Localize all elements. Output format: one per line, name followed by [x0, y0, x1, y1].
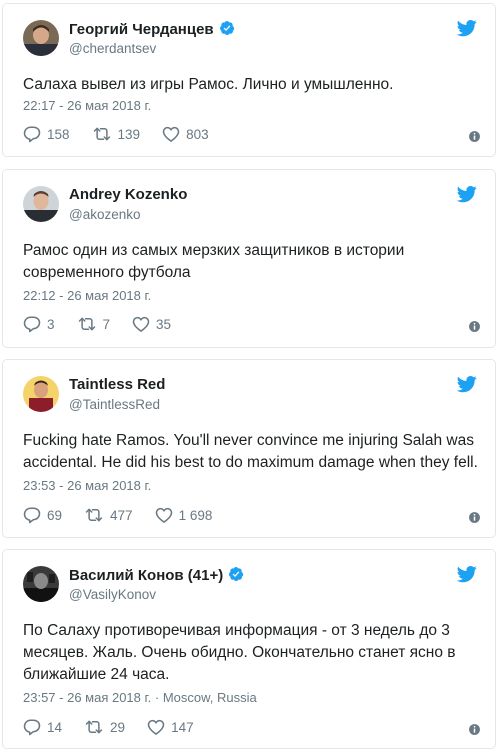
tweet-timestamp[interactable]: 23:57 - 26 мая 2018 г. · Moscow, Russia: [23, 690, 257, 705]
tweet-timestamp[interactable]: 23:53 - 26 мая 2018 г.: [23, 478, 151, 493]
reply-count: 69: [47, 507, 63, 523]
like-count: 147: [171, 719, 194, 735]
like-icon: [162, 125, 180, 143]
user-handle[interactable]: @VasilyKonov: [69, 587, 156, 602]
display-name[interactable]: Георгий Черданцев: [69, 20, 235, 38]
like-count: 35: [156, 316, 172, 332]
user-handle[interactable]: @akozenko: [69, 207, 141, 222]
retweet-icon: [92, 125, 112, 143]
twitter-bird-icon[interactable]: [457, 184, 477, 204]
verified-badge-icon: [219, 20, 235, 36]
avatar[interactable]: [23, 376, 59, 412]
reply-icon: [23, 506, 41, 524]
info-icon[interactable]: [468, 320, 481, 333]
retweet-icon: [77, 315, 97, 333]
tweet-actions: 158 139 803: [23, 124, 231, 144]
user-handle[interactable]: @cherdantsev: [69, 41, 156, 56]
user-handle[interactable]: @TaintlessRed: [69, 397, 160, 412]
reply-button[interactable]: 3: [23, 315, 55, 333]
retweet-count: 477: [110, 507, 133, 523]
like-icon: [155, 506, 173, 524]
retweet-count: 7: [102, 316, 111, 332]
reply-button[interactable]: 69: [23, 506, 62, 524]
tweet-actions: 69 477 1 698: [23, 505, 234, 525]
tweet-card[interactable]: Andrey Kozenko @akozenko Рамос один из с…: [2, 169, 496, 348]
retweet-count: 29: [110, 719, 126, 735]
reply-count: 3: [47, 316, 55, 332]
tweet-text: Рамос один из самых мерзких защитников в…: [23, 242, 405, 281]
display-name[interactable]: Andrey Kozenko: [69, 186, 187, 203]
like-count: 1 698: [178, 507, 213, 523]
reply-count: 14: [47, 719, 63, 735]
reply-button[interactable]: 14: [23, 718, 62, 736]
retweet-count: 139: [117, 126, 141, 142]
tweet-text: Fucking hate Ramos. You'll never convinc…: [23, 432, 478, 471]
retweet-button[interactable]: 139: [92, 125, 141, 143]
reply-icon: [23, 718, 41, 736]
reply-button[interactable]: 158: [23, 125, 70, 143]
like-icon: [132, 315, 150, 333]
like-button[interactable]: 35: [132, 315, 171, 333]
twitter-bird-icon[interactable]: [457, 374, 477, 394]
verified-badge-icon: [228, 566, 244, 582]
avatar[interactable]: [23, 566, 59, 602]
info-icon[interactable]: [468, 511, 481, 524]
reply-count: 158: [47, 126, 70, 142]
info-icon[interactable]: [468, 130, 481, 143]
reply-icon: [23, 125, 41, 143]
display-name[interactable]: Василий Конов (41+): [69, 566, 244, 584]
tweet-timestamp[interactable]: 22:12 - 26 мая 2018 г.: [23, 288, 151, 303]
like-count: 803: [186, 126, 209, 142]
twitter-bird-icon[interactable]: [457, 18, 477, 38]
reply-icon: [23, 315, 41, 333]
tweet-card[interactable]: Taintless Red @TaintlessRed Fucking hate…: [2, 359, 496, 538]
tweet-actions: 3 7 35: [23, 314, 193, 334]
tweet-timestamp[interactable]: 22:17 - 26 мая 2018 г.: [23, 98, 151, 113]
avatar[interactable]: [23, 186, 59, 222]
tweet-actions: 14 29 147: [23, 717, 216, 737]
twitter-bird-icon[interactable]: [457, 564, 477, 584]
retweet-button[interactable]: 477: [84, 506, 133, 524]
info-icon[interactable]: [468, 723, 481, 736]
like-button[interactable]: 803: [162, 125, 209, 143]
like-icon: [147, 718, 165, 736]
avatar[interactable]: [23, 20, 59, 56]
retweet-icon: [84, 718, 104, 736]
like-button[interactable]: 147: [147, 718, 194, 736]
tweet-text: По Салаху противоречивая информация - от…: [23, 622, 456, 683]
retweet-button[interactable]: 7: [77, 315, 111, 333]
tweet-card[interactable]: Василий Конов (41+) @VasilyKonov По Сала…: [2, 549, 496, 749]
like-button[interactable]: 1 698: [155, 506, 213, 524]
retweet-button[interactable]: 29: [84, 718, 125, 736]
retweet-icon: [84, 506, 104, 524]
display-name[interactable]: Taintless Red: [69, 376, 165, 393]
tweet-card[interactable]: Георгий Черданцев @cherdantsev Салаха вы…: [2, 3, 496, 157]
tweet-text: Салаха вывел из игры Рамос. Лично и умыш…: [23, 76, 394, 93]
